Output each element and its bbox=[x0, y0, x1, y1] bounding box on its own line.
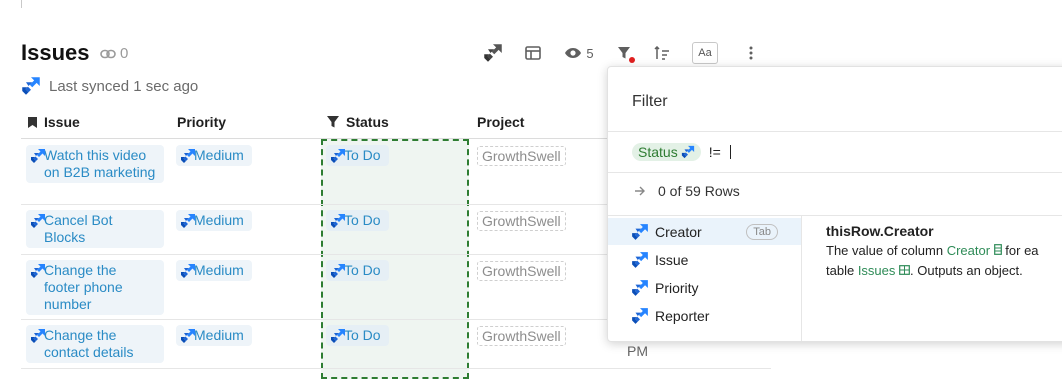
jira-logo-icon bbox=[181, 149, 195, 163]
jira-logo-icon bbox=[632, 223, 648, 240]
formula-column-chip[interactable]: Status bbox=[632, 143, 701, 161]
formula-operator: != bbox=[708, 144, 721, 160]
table-icon bbox=[899, 265, 910, 275]
priority-chip[interactable]: Medium bbox=[176, 210, 252, 231]
filter-formula-input[interactable]: Status != bbox=[632, 143, 731, 161]
link-icon bbox=[100, 49, 116, 58]
project-chip[interactable]: GrowthSwell bbox=[477, 146, 566, 166]
jira-logo-icon bbox=[331, 149, 345, 163]
issue-chip[interactable]: Watch this video on B2B marketing bbox=[26, 145, 164, 183]
jira-logo-icon bbox=[632, 307, 648, 324]
jira-sync-icon bbox=[484, 44, 502, 62]
jira-logo-icon bbox=[331, 329, 345, 343]
sync-button[interactable] bbox=[482, 42, 504, 64]
more-options-button[interactable] bbox=[744, 42, 758, 64]
jira-logo-icon bbox=[632, 251, 648, 268]
column-header-project[interactable]: Project bbox=[477, 114, 524, 130]
suggestion-list: Creator Tab Issue Priority Reporter bbox=[608, 215, 801, 341]
link-count[interactable]: 0 bbox=[100, 45, 128, 62]
project-chip[interactable]: GrowthSwell bbox=[477, 326, 566, 346]
jira-logo-icon bbox=[181, 329, 195, 343]
column-header-priority[interactable]: Priority bbox=[177, 114, 226, 130]
layout-button[interactable] bbox=[522, 42, 544, 64]
more-vertical-icon bbox=[749, 46, 753, 60]
status-chip[interactable]: To Do bbox=[326, 260, 389, 281]
arrow-right-icon bbox=[635, 186, 645, 196]
suggestion-reporter[interactable]: Reporter bbox=[608, 302, 801, 329]
issue-chip[interactable]: Change the contact details bbox=[26, 325, 164, 363]
sort-button[interactable] bbox=[652, 42, 672, 64]
sync-status: Last synced 1 sec ago bbox=[21, 76, 198, 96]
filter-panel-title: Filter bbox=[632, 93, 668, 110]
link-count-value: 0 bbox=[120, 45, 129, 62]
column-header-status[interactable]: Status bbox=[326, 114, 389, 130]
suggestion-priority[interactable]: Priority bbox=[608, 274, 801, 301]
issue-chip[interactable]: Change the footer phone number bbox=[26, 260, 164, 315]
jira-logo-icon bbox=[181, 264, 195, 278]
bookmark-icon bbox=[28, 116, 37, 128]
suggestion-issue[interactable]: Issue bbox=[608, 246, 801, 273]
synced-text: Last synced 1 sec ago bbox=[49, 77, 199, 95]
jira-logo-icon bbox=[31, 329, 45, 343]
jira-logo-icon bbox=[681, 145, 694, 159]
jira-logo-icon bbox=[632, 279, 648, 296]
jira-logo-icon bbox=[331, 264, 345, 278]
help-column-ref: Creator bbox=[946, 243, 991, 258]
help-line-1: The value of column Creator for ea bbox=[826, 243, 1039, 258]
priority-chip[interactable]: Medium bbox=[176, 325, 252, 346]
panel-divider bbox=[608, 172, 1062, 173]
priority-chip[interactable]: Medium bbox=[176, 145, 252, 166]
column-icon bbox=[993, 244, 1002, 255]
date-cell-partial: PM bbox=[627, 343, 648, 359]
text-caret bbox=[729, 145, 731, 159]
help-title: thisRow.Creator bbox=[826, 223, 934, 239]
visibility-button[interactable]: 5 bbox=[562, 42, 596, 64]
panel-divider bbox=[608, 131, 1062, 132]
jira-logo-icon bbox=[181, 214, 195, 228]
project-chip[interactable]: GrowthSwell bbox=[477, 261, 566, 281]
status-chip[interactable]: To Do bbox=[326, 210, 389, 231]
filter-panel: Filter Status != 0 of 59 Rows Creator Ta… bbox=[607, 66, 1062, 342]
page-title: Issues bbox=[21, 40, 90, 65]
project-chip[interactable]: GrowthSwell bbox=[477, 211, 566, 231]
column-header-issue[interactable]: Issue bbox=[27, 114, 80, 130]
status-chip[interactable]: To Do bbox=[326, 325, 389, 346]
tab-key-hint: Tab bbox=[746, 224, 778, 240]
active-filter-dot bbox=[629, 57, 635, 63]
jira-logo-icon bbox=[31, 149, 45, 163]
sort-icon bbox=[654, 46, 669, 60]
suggestion-creator[interactable]: Creator Tab bbox=[608, 218, 801, 245]
jira-logo-icon bbox=[22, 77, 40, 95]
priority-chip[interactable]: Medium bbox=[176, 260, 252, 281]
jira-logo-icon bbox=[31, 214, 45, 228]
filter-button[interactable] bbox=[614, 42, 635, 64]
help-table-ref: Issues bbox=[857, 263, 896, 278]
filter-icon bbox=[327, 116, 339, 128]
table-layout-icon bbox=[525, 46, 541, 60]
eye-icon bbox=[565, 48, 582, 58]
text-style-button[interactable]: Aa bbox=[692, 42, 718, 64]
view-count: 5 bbox=[586, 45, 594, 61]
rows-info: 0 of 59 Rows bbox=[634, 183, 740, 199]
status-chip[interactable]: To Do bbox=[326, 145, 389, 166]
row-divider bbox=[21, 368, 771, 369]
issue-chip[interactable]: Cancel Bot Blocks bbox=[26, 210, 164, 248]
help-line-2: table Issues . Outputs an object. bbox=[826, 263, 1023, 278]
jira-logo-icon bbox=[31, 264, 45, 278]
jira-logo-icon bbox=[331, 214, 345, 228]
panel-vertical-divider bbox=[801, 215, 802, 341]
top-divider bbox=[21, 0, 22, 8]
suggestion-help: thisRow.Creator The value of column Crea… bbox=[826, 221, 1062, 281]
